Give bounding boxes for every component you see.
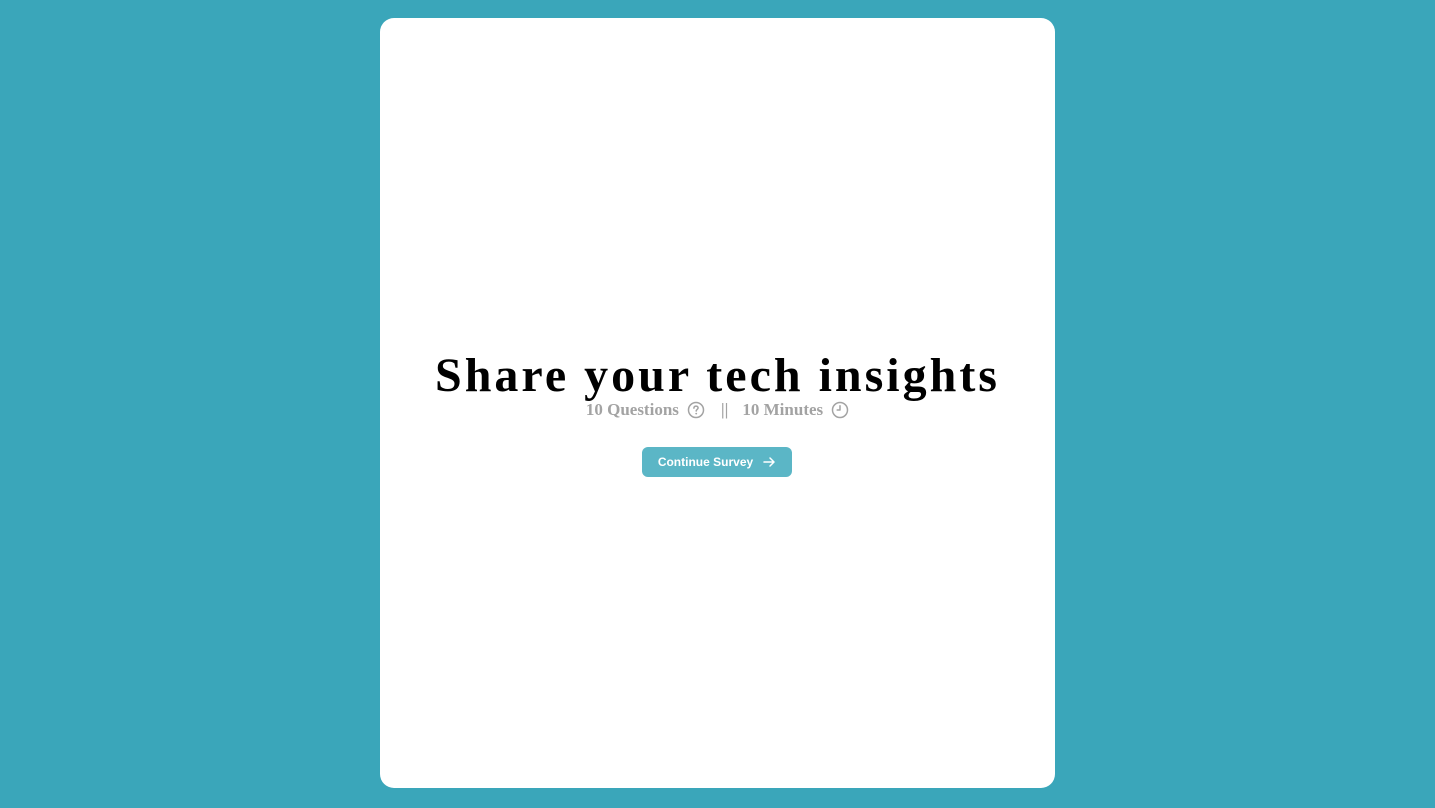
clock-icon xyxy=(831,401,849,419)
survey-card: Share your tech insights 10 Questions ||… xyxy=(380,18,1055,788)
questions-count: 10 Questions xyxy=(585,400,679,419)
meta-separator: || xyxy=(720,400,729,419)
continue-survey-button[interactable]: Continue Survey xyxy=(642,447,792,477)
minutes-count: 10 Minutes xyxy=(742,400,824,419)
arrow-right-icon xyxy=(762,455,776,469)
question-circle-icon xyxy=(687,401,705,419)
survey-meta: 10 Questions || 10 Minutes xyxy=(380,399,1055,421)
continue-survey-label: Continue Survey xyxy=(657,455,754,469)
